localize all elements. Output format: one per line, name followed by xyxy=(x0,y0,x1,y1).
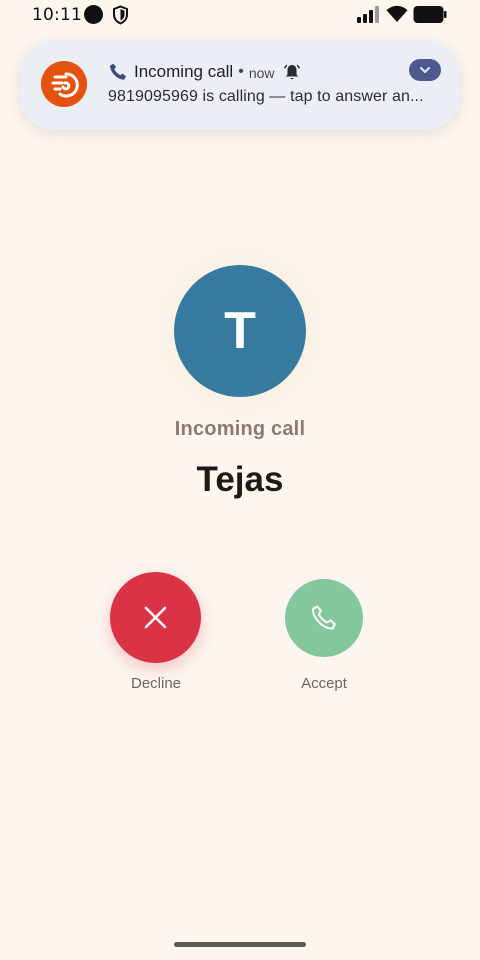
accept-button[interactable] xyxy=(285,579,363,657)
incoming-call-notification[interactable]: Incoming call • now 9819095969 is callin… xyxy=(20,40,460,130)
chevron-down-icon xyxy=(420,67,430,73)
notification-expand-button[interactable] xyxy=(409,59,441,81)
notification-separator: • xyxy=(238,63,244,80)
record-dot-icon xyxy=(84,5,103,24)
notification-body: 9819095969 is calling — tap to answer an… xyxy=(108,88,424,105)
call-status-label: Incoming call xyxy=(174,418,306,440)
gesture-navigation-bar[interactable] xyxy=(174,942,306,947)
phone-icon xyxy=(311,605,336,630)
notification-time: now xyxy=(248,64,275,81)
decline-button[interactable] xyxy=(110,572,201,663)
shield-icon xyxy=(113,5,128,25)
battery-icon xyxy=(413,6,447,23)
cell-signal-icon xyxy=(357,6,379,23)
phone-icon xyxy=(110,63,126,80)
status-time: 10:11 xyxy=(32,5,82,25)
avatar-letter: T xyxy=(224,302,256,360)
caller-avatar: T xyxy=(174,265,306,397)
notification-title: Incoming call xyxy=(134,62,234,81)
call-app-icon xyxy=(41,61,87,107)
incoming-call-screen: 10:11 Incoming call • now 9819095969 is … xyxy=(0,0,480,960)
decline-label: Decline xyxy=(130,675,182,692)
notification-header: Incoming call • now xyxy=(108,60,300,84)
accept-label: Accept xyxy=(301,675,347,692)
status-bar: 10:11 xyxy=(0,0,480,30)
wifi-icon xyxy=(386,5,408,22)
close-icon xyxy=(144,606,167,629)
caller-name: Tejas xyxy=(196,460,284,499)
bell-alert-icon xyxy=(283,64,300,80)
